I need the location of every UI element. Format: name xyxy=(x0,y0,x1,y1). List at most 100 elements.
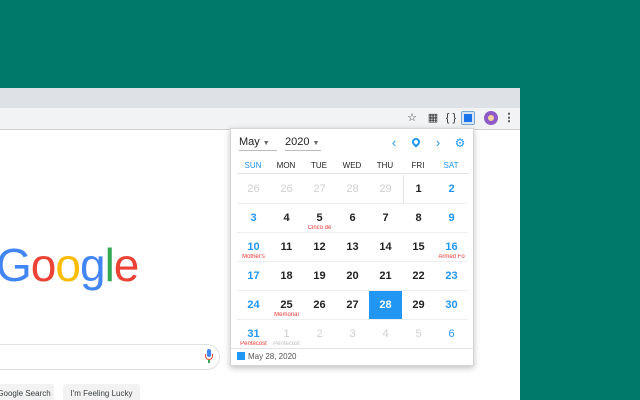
day-cell-selected[interactable]: 28 xyxy=(369,291,402,320)
calendar-extension-icon[interactable] xyxy=(461,111,475,125)
day-number: 29 xyxy=(412,299,425,311)
day-cell[interactable]: 1 xyxy=(402,175,435,204)
day-cell[interactable]: 27 xyxy=(303,175,336,204)
weekday-label: FRI xyxy=(411,161,425,170)
gear-icon[interactable]: ⚙ xyxy=(453,136,467,150)
day-cell[interactable]: 18 xyxy=(270,262,303,291)
day-cell[interactable]: 29 xyxy=(402,291,435,320)
omnibox[interactable] xyxy=(0,110,460,128)
day-cell[interactable]: 6 xyxy=(336,204,369,233)
day-number: 30 xyxy=(445,299,458,311)
day-cell[interactable]: 31 Pentecost xyxy=(237,320,270,349)
weekday-label: WED xyxy=(342,161,362,170)
day-cell[interactable]: 1 Pentecost xyxy=(270,320,303,349)
day-cell[interactable]: 15 xyxy=(402,233,435,262)
profile-avatar-icon[interactable] xyxy=(484,111,498,125)
day-number: 16 xyxy=(445,241,458,253)
day-cell[interactable]: 29 xyxy=(369,175,402,204)
calendar-grid: 26 26 27 28 29 1 2 3 4 5 Cinco de 6 7 8 9 10 Mother's 11 1… xyxy=(237,175,469,349)
microphone-icon[interactable] xyxy=(205,349,213,363)
day-number: 11 xyxy=(280,241,293,253)
chevron-right-icon[interactable]: › xyxy=(431,136,445,150)
holiday-label: Cinco de xyxy=(307,225,332,231)
logo-letter: l xyxy=(104,239,115,291)
day-cell[interactable]: 16 Armed Fo xyxy=(435,233,468,262)
day-cell[interactable]: 4 xyxy=(369,320,402,349)
day-number: 28 xyxy=(379,299,392,311)
brackets-icon[interactable]: { } xyxy=(444,111,458,125)
day-cell[interactable]: 17 xyxy=(237,262,270,291)
day-number: 31 xyxy=(247,328,260,340)
day-cell[interactable]: 7 xyxy=(369,204,402,233)
day-number: 9 xyxy=(448,212,455,224)
weekday-header: SUN MON TUE WED THU FRI SAT xyxy=(231,157,475,173)
day-cell[interactable]: 13 xyxy=(336,233,369,262)
day-cell[interactable]: 9 xyxy=(435,204,468,233)
weekday-label: SAT xyxy=(443,161,459,170)
day-cell[interactable]: 8 xyxy=(402,204,435,233)
day-number: 23 xyxy=(445,270,458,282)
day-number: 13 xyxy=(346,241,359,253)
browser-toolbar: ☆ ▦ { } ⋮ xyxy=(0,88,520,130)
day-number: 17 xyxy=(247,270,260,282)
day-cell[interactable]: 30 xyxy=(435,291,468,320)
day-cell[interactable]: 10 Mother's xyxy=(237,233,270,262)
day-cell[interactable]: 23 xyxy=(435,262,468,291)
day-cell[interactable]: 3 xyxy=(336,320,369,349)
qr-code-icon[interactable]: ▦ xyxy=(426,111,440,125)
day-number: 3 xyxy=(250,212,257,224)
day-number: 29 xyxy=(379,183,392,195)
holiday-label: Pentecost xyxy=(240,341,267,347)
divider xyxy=(231,348,475,349)
day-number: 4 xyxy=(382,328,389,340)
location-pin-icon[interactable] xyxy=(409,136,423,150)
day-cell[interactable]: 22 xyxy=(402,262,435,291)
google-search-button[interactable]: Google Search xyxy=(0,384,54,400)
day-cell[interactable]: 5 Cinco de xyxy=(303,204,336,233)
day-number: 27 xyxy=(313,183,326,195)
day-number: 25 xyxy=(280,299,293,311)
calendar-icon xyxy=(237,352,245,360)
holiday-label: Pentecost xyxy=(273,341,300,347)
day-cell[interactable]: 19 xyxy=(303,262,336,291)
day-cell[interactable]: 4 xyxy=(270,204,303,233)
logo-letter: g xyxy=(79,239,106,291)
day-cell[interactable]: 12 xyxy=(303,233,336,262)
day-number: 10 xyxy=(247,241,260,253)
kebab-menu-icon[interactable]: ⋮ xyxy=(502,111,516,125)
year-select[interactable]: 2020 ▼ xyxy=(285,136,321,151)
day-number: 18 xyxy=(280,270,293,282)
search-input[interactable] xyxy=(0,344,220,370)
logo-letter: e xyxy=(113,239,140,291)
day-number: 14 xyxy=(379,241,392,253)
day-cell[interactable]: 2 xyxy=(435,175,468,204)
holiday-label: Armed Fo xyxy=(438,254,465,260)
day-cell[interactable]: 26 xyxy=(270,175,303,204)
day-cell[interactable]: 26 xyxy=(237,175,270,204)
day-number: 3 xyxy=(349,328,356,340)
day-cell[interactable]: 5 xyxy=(402,320,435,349)
day-cell[interactable]: 27 xyxy=(336,291,369,320)
day-cell[interactable]: 21 xyxy=(369,262,402,291)
holiday-label: Memorial xyxy=(274,312,299,318)
feeling-lucky-button[interactable]: I'm Feeling Lucky xyxy=(63,384,140,400)
star-icon[interactable]: ☆ xyxy=(405,111,419,125)
logo-letter: o xyxy=(30,239,57,291)
day-number: 1 xyxy=(283,328,290,340)
day-cell[interactable]: 11 xyxy=(270,233,303,262)
day-number: 2 xyxy=(316,328,323,340)
day-cell[interactable]: 3 xyxy=(237,204,270,233)
chevron-left-icon[interactable]: ‹ xyxy=(387,136,401,150)
day-cell[interactable]: 24 xyxy=(237,291,270,320)
day-cell[interactable]: 26 xyxy=(303,291,336,320)
day-cell[interactable]: 25 Memorial xyxy=(270,291,303,320)
day-cell[interactable]: 6 xyxy=(435,320,468,349)
day-cell[interactable]: 28 xyxy=(336,175,369,204)
day-number: 6 xyxy=(349,212,356,224)
day-number: 8 xyxy=(415,212,422,224)
day-cell[interactable]: 14 xyxy=(369,233,402,262)
day-cell[interactable]: 2 xyxy=(303,320,336,349)
day-number: 5 xyxy=(316,212,323,224)
day-cell[interactable]: 20 xyxy=(336,262,369,291)
month-select[interactable]: May ▼ xyxy=(239,136,277,151)
